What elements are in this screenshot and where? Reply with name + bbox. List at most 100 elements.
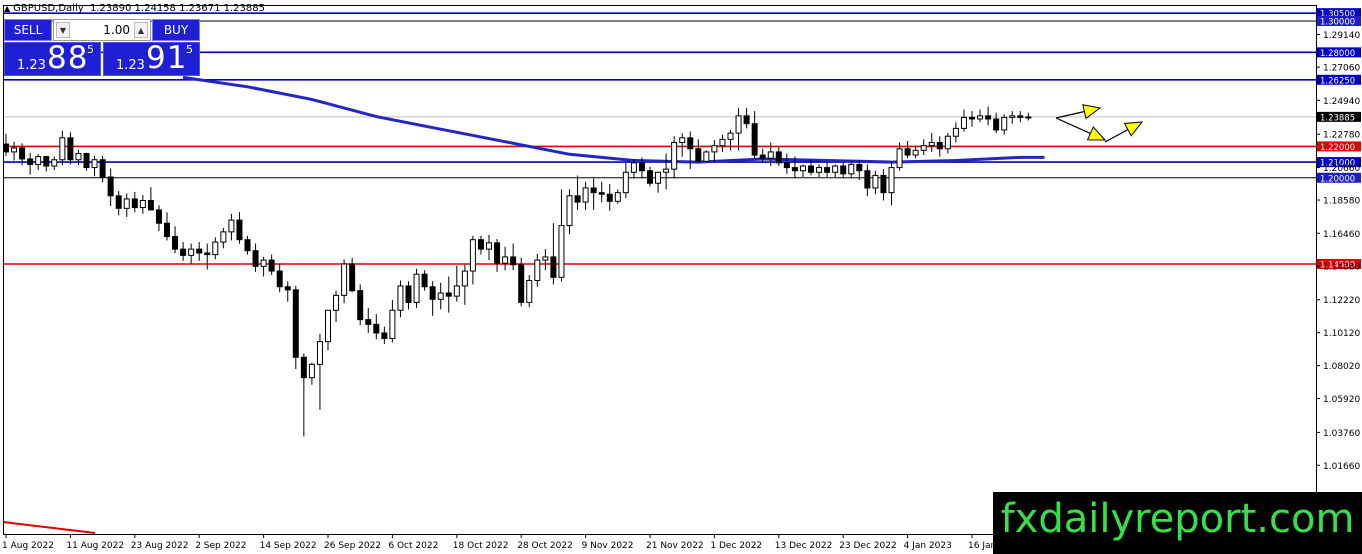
candle xyxy=(494,238,501,272)
candle xyxy=(188,243,195,264)
level-price-label: 1.22000 xyxy=(1320,143,1355,153)
lot-decrease-icon[interactable]: ▼ xyxy=(56,22,70,38)
candle-body-up xyxy=(212,241,219,256)
x-tick-label: 6 Oct 2022 xyxy=(388,541,438,551)
candle-body-up xyxy=(461,270,468,287)
candle xyxy=(582,181,589,210)
candle-body-down xyxy=(445,292,452,297)
level-price-label: 1.20000 xyxy=(1320,174,1355,184)
candle xyxy=(373,314,380,340)
candle-body-down xyxy=(518,264,525,303)
candle-body-down xyxy=(687,137,694,150)
candle xyxy=(1001,114,1008,135)
y-tick-label: 1.05920 xyxy=(1323,395,1360,405)
candle xyxy=(461,264,468,305)
candle-body-up xyxy=(220,231,227,243)
candle xyxy=(614,189,621,204)
buy-button[interactable]: BUY xyxy=(152,19,200,41)
candle-body-down xyxy=(27,158,34,165)
candle xyxy=(212,237,219,260)
lot-size-stepper[interactable]: ▼ 1.00 ▲ xyxy=(53,19,151,41)
candle xyxy=(180,242,187,261)
lot-size-value[interactable]: 1.00 xyxy=(74,22,130,38)
candle-body-up xyxy=(453,285,460,297)
candle xyxy=(864,164,871,196)
candle xyxy=(389,300,396,343)
x-tick-label: 13 Dec 2022 xyxy=(775,541,833,551)
candle-body-down xyxy=(244,239,251,252)
forecast-arrow-rebound-head xyxy=(1123,121,1144,137)
candle xyxy=(542,249,549,271)
lot-increase-icon[interactable]: ▲ xyxy=(134,22,148,38)
sell-price-prefix: 1.23 xyxy=(17,58,46,73)
y-tick-label: 1.20660 xyxy=(1323,164,1360,174)
candle xyxy=(944,133,951,154)
candle-body-up xyxy=(944,135,951,150)
candle xyxy=(35,154,42,170)
candle-body-up xyxy=(325,309,331,343)
candle xyxy=(155,205,162,232)
candle xyxy=(115,191,122,216)
candle xyxy=(397,280,404,318)
symbol-menu-icon[interactable]: ▲ xyxy=(4,4,10,13)
candle-body-down xyxy=(3,143,9,153)
candle-body-down xyxy=(19,147,26,160)
sell-price-box[interactable]: 1.23 88 5 xyxy=(4,40,101,76)
price-chart[interactable]: 1.305001.300001.280001.262501.220001.210… xyxy=(0,0,1362,554)
candle xyxy=(316,333,323,410)
candle xyxy=(574,175,581,210)
symbol-label: GBPUSD,Daily xyxy=(13,3,84,14)
sell-button[interactable]: SELL xyxy=(4,19,52,41)
candle-body-up xyxy=(502,256,509,264)
x-tick-label: 2 Sep 2022 xyxy=(195,541,246,551)
candle xyxy=(43,155,50,172)
candle xyxy=(196,242,203,261)
buy-price-fraction: 5 xyxy=(186,43,193,56)
candle-body-down xyxy=(840,165,847,175)
candle xyxy=(647,166,653,187)
candle-body-down xyxy=(155,209,162,224)
candle-body-down xyxy=(365,319,372,325)
candle-body-up xyxy=(727,132,734,140)
candle-body-down xyxy=(115,195,122,209)
candle xyxy=(936,136,943,157)
candle xyxy=(284,281,291,302)
candle xyxy=(952,122,959,143)
candle-body-up xyxy=(614,192,621,202)
candle-body-up xyxy=(35,156,42,165)
candle-body-down xyxy=(43,156,50,167)
buy-price-prefix: 1.23 xyxy=(116,58,145,73)
candle-body-up xyxy=(188,248,195,256)
candle xyxy=(429,281,436,316)
candle xyxy=(292,285,299,370)
candle-body-down xyxy=(590,187,597,194)
candle xyxy=(880,169,887,201)
candles xyxy=(3,106,1032,437)
candle-body-down xyxy=(936,142,943,150)
candle xyxy=(824,161,831,177)
candle-body-up xyxy=(928,142,935,147)
x-tick-label: 4 Jan 2023 xyxy=(904,541,952,551)
candle-body-up xyxy=(437,292,444,300)
candle xyxy=(960,109,967,132)
candle xyxy=(606,184,613,211)
level-price-label: 1.30000 xyxy=(1320,18,1355,28)
candle xyxy=(51,156,58,170)
buy-price-box[interactable]: 1.23 91 5 xyxy=(103,40,200,76)
candle xyxy=(3,133,9,156)
candle xyxy=(1017,111,1024,123)
candle xyxy=(1025,112,1032,121)
candle xyxy=(357,284,364,326)
candle-body-down xyxy=(292,289,299,358)
y-tick-label: 1.16460 xyxy=(1323,230,1360,240)
candle-body-down xyxy=(349,263,356,292)
watermark-text: fxdailyreport.com xyxy=(1000,496,1355,542)
candle xyxy=(655,171,662,193)
candle-body-down xyxy=(67,137,74,161)
candle xyxy=(27,152,34,175)
candle-body-down xyxy=(405,285,412,303)
candle xyxy=(510,243,517,271)
candle-body-up xyxy=(333,294,340,311)
candle-body-down xyxy=(300,356,307,379)
candle xyxy=(816,164,823,177)
